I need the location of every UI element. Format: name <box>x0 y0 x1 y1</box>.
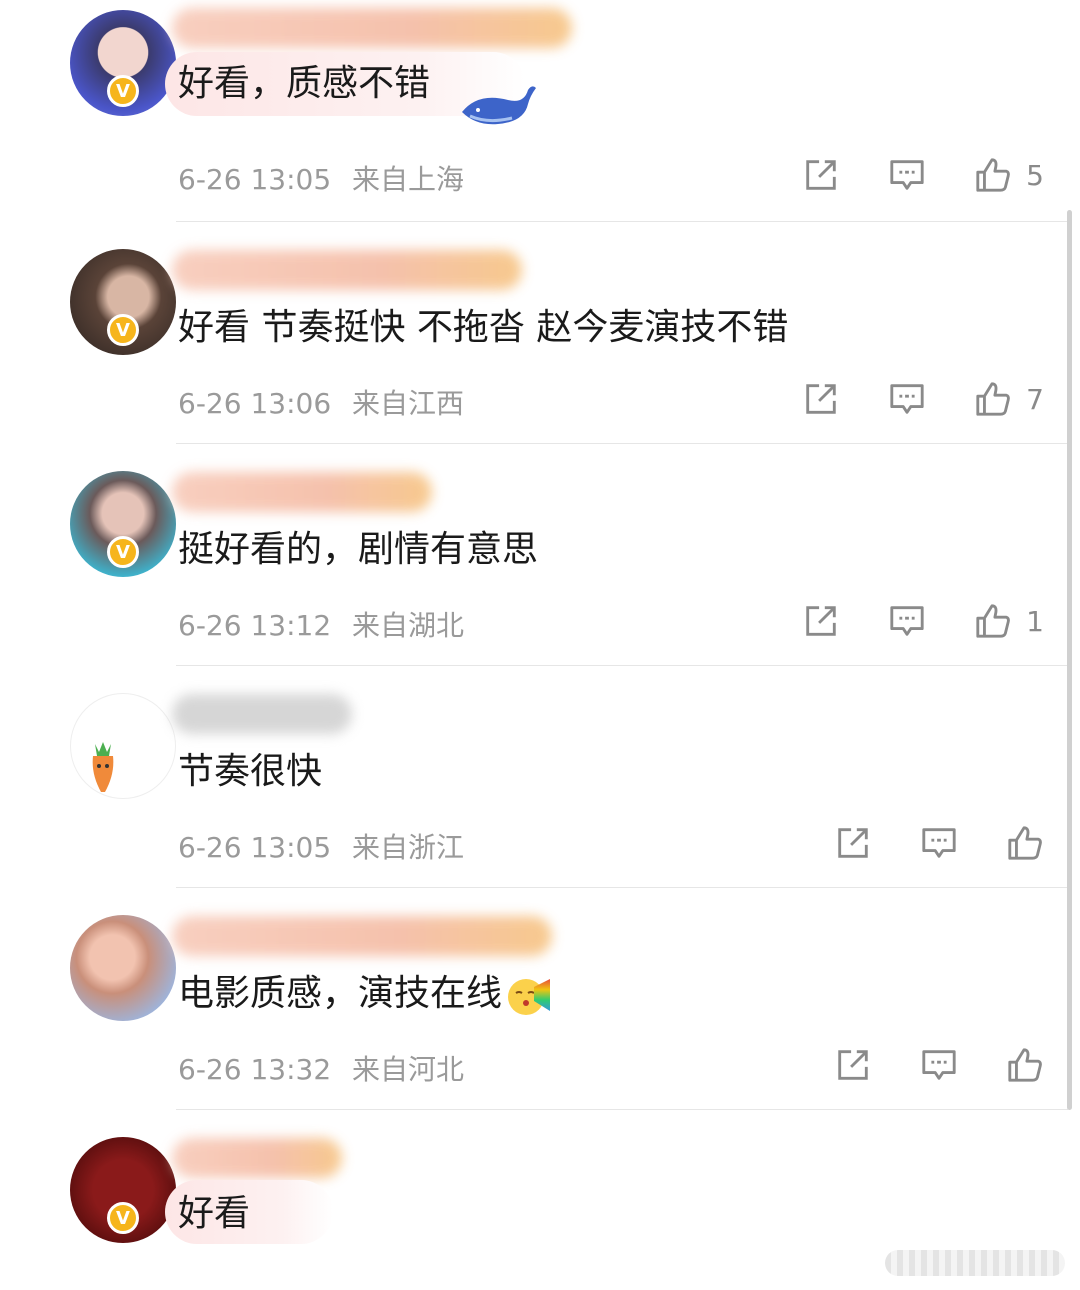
like-button[interactable] <box>1006 824 1044 862</box>
avatar[interactable] <box>35 910 176 1021</box>
repost-icon <box>838 828 868 858</box>
comment-icon <box>922 828 956 858</box>
comment-actions: 5 <box>754 156 1044 194</box>
comment-time: 6-26 13:05 <box>178 163 332 196</box>
comment-location: 来自江西 <box>352 387 465 420</box>
like-button[interactable]: 7 <box>974 380 1044 418</box>
comment-text: 好看 节奏挺快 不拖沓 赵今麦演技不错 <box>178 307 789 348</box>
comment-item: 节奏很快 6-26 13:05 来自浙江 <box>0 666 1080 888</box>
comment-meta: 6-26 13:05 来自浙江 <box>178 826 464 866</box>
avatar[interactable]: V <box>35 5 176 116</box>
repost-button[interactable] <box>802 602 840 640</box>
thumbs-up-icon <box>1008 1048 1042 1082</box>
avatar[interactable]: V <box>35 466 176 577</box>
comment-item: V 好看 节奏挺快 不拖沓 赵今麦演技不错 6-26 13:06 来自江西 7 <box>0 222 1080 444</box>
like-count: 1 <box>1026 604 1044 638</box>
repost-button[interactable] <box>802 380 840 418</box>
comment-location: 来自湖北 <box>352 609 465 642</box>
comment-icon <box>890 606 924 636</box>
repost-button[interactable] <box>834 1046 872 1084</box>
comment-meta: 6-26 13:32 来自河北 <box>178 1048 464 1088</box>
comment-location: 来自上海 <box>352 163 465 196</box>
thumbs-up-icon <box>976 604 1011 638</box>
username-blurred[interactable] <box>172 1138 342 1178</box>
like-count: 7 <box>1026 382 1044 416</box>
comment-actions <box>786 824 1044 862</box>
comment-location: 来自河北 <box>352 1053 465 1086</box>
comment-text: 好看，质感不错 <box>178 63 431 104</box>
username-blurred[interactable] <box>172 472 432 512</box>
avatar[interactable]: V <box>35 244 176 355</box>
comment-actions: 1 <box>754 602 1044 640</box>
comment-meta: 6-26 13:12 来自湖北 <box>178 604 464 644</box>
comment-button[interactable] <box>920 824 958 862</box>
like-button[interactable]: 1 <box>974 602 1044 640</box>
comment-actions <box>786 1046 1044 1084</box>
comment-text-body: 电影质感，演技在线 <box>178 973 503 1014</box>
like-button[interactable] <box>1006 1046 1044 1084</box>
comment-text: 好看 <box>178 1193 251 1234</box>
avatar[interactable]: V <box>35 1132 176 1243</box>
comment-time: 6-26 13:06 <box>178 387 332 420</box>
repost-button[interactable] <box>834 824 872 862</box>
comment-location: 来自浙江 <box>352 831 465 864</box>
verified-badge: V <box>107 314 139 346</box>
comment-meta: 6-26 13:05 来自上海 <box>178 158 464 198</box>
comment-item: V 挺好看的，剧情有意思 6-26 13:12 来自湖北 1 <box>0 444 1080 666</box>
comment-button[interactable] <box>888 602 926 640</box>
comment-icon <box>922 1050 956 1080</box>
verified-badge: V <box>107 536 139 568</box>
input-placeholder-bar <box>885 1250 1065 1276</box>
comment-icon <box>890 160 924 190</box>
carrot-avatar-icon <box>92 742 114 792</box>
scrollbar[interactable] <box>1067 210 1072 1110</box>
repost-icon <box>806 606 836 636</box>
comment-time: 6-26 13:12 <box>178 609 332 642</box>
like-count: 5 <box>1026 158 1044 192</box>
repost-icon <box>806 160 836 190</box>
comment-meta: 6-26 13:06 来自江西 <box>178 382 464 422</box>
repost-button[interactable] <box>802 156 840 194</box>
username-blurred[interactable] <box>172 250 522 290</box>
comment-time: 6-26 13:32 <box>178 1053 332 1086</box>
comment-actions: 7 <box>754 380 1044 418</box>
verified-badge: V <box>107 75 139 107</box>
whale-sticker-icon <box>462 86 536 125</box>
comment-text: 挺好看的，剧情有意思 <box>178 529 539 570</box>
username-blurred[interactable] <box>172 694 352 734</box>
like-button[interactable]: 5 <box>974 156 1044 194</box>
comment-button[interactable] <box>888 380 926 418</box>
thumbs-up-icon <box>1008 826 1042 860</box>
thumbs-up-icon <box>976 158 1011 192</box>
thumbs-up-icon <box>976 382 1011 416</box>
repost-icon <box>838 1050 868 1080</box>
comment-text: 节奏很快 <box>178 751 323 792</box>
comment-button[interactable] <box>920 1046 958 1084</box>
comment-button[interactable] <box>888 156 926 194</box>
repost-icon <box>806 384 836 414</box>
kiss-emoji-icon <box>508 979 551 1015</box>
comment-icon <box>890 384 924 414</box>
username-blurred[interactable] <box>172 916 552 956</box>
avatar[interactable] <box>35 688 176 799</box>
username-blurred[interactable] <box>172 8 572 48</box>
comment-item: V 好看，质感不错 6-26 13:05 来自上海 5 <box>0 0 1080 222</box>
comment-text: 电影质感，演技在线 <box>178 968 552 1020</box>
comment-item: 电影质感，演技在线 6-26 13:32 来自河北 <box>0 888 1080 1110</box>
comment-time: 6-26 13:05 <box>178 831 332 864</box>
verified-badge: V <box>107 1202 139 1234</box>
